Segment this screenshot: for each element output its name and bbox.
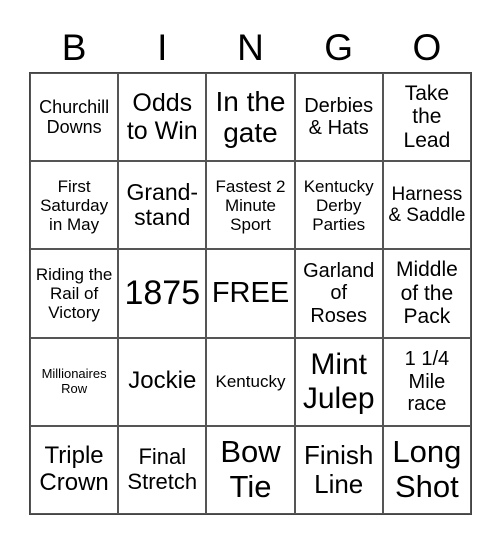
bingo-cell[interactable]: Churchill Downs bbox=[30, 73, 119, 162]
bingo-cell-text: FREE bbox=[211, 277, 290, 310]
bingo-cell[interactable]: Finish Line bbox=[294, 425, 383, 514]
bingo-cell-text: Jockie bbox=[128, 367, 197, 395]
bingo-cell[interactable]: Middle of the Pack bbox=[382, 249, 471, 338]
bingo-cell-text: Middle of the Pack bbox=[395, 258, 458, 329]
bingo-cell[interactable]: Take the Lead bbox=[382, 73, 471, 162]
bingo-cell[interactable]: Bow Tie bbox=[206, 425, 295, 514]
bingo-cell-text: Garland of Roses bbox=[303, 259, 375, 327]
bingo-cell[interactable]: Final Stretch bbox=[118, 425, 207, 514]
bingo-cell-text: Fastest 2 Minute Sport bbox=[215, 176, 286, 234]
bingo-header: B I N G O bbox=[30, 26, 471, 70]
bingo-cell[interactable]: Jockie bbox=[118, 337, 207, 426]
bingo-cell[interactable]: Mint Julep bbox=[294, 337, 383, 426]
bingo-cell[interactable]: 1875 bbox=[118, 249, 207, 338]
bingo-cell-text: Final Stretch bbox=[127, 444, 198, 494]
bingo-cell[interactable]: Garland of Roses bbox=[294, 249, 383, 338]
bingo-grid: Churchill Downs Odds to Win In the gate Der… bbox=[29, 72, 472, 515]
bingo-cell[interactable]: Kentucky bbox=[206, 337, 295, 426]
bingo-cell[interactable]: 1 1/4 Mile race bbox=[382, 337, 471, 426]
bingo-cell-text: Bow Tie bbox=[220, 434, 281, 504]
header-letter-o: O bbox=[412, 27, 442, 68]
bingo-cell[interactable]: Grand-stand bbox=[118, 161, 207, 250]
bingo-cell[interactable]: In the gate bbox=[206, 73, 295, 162]
bingo-cell-text: Churchill Downs bbox=[39, 96, 110, 138]
bingo-cell[interactable]: FREE bbox=[206, 249, 295, 338]
bingo-cell-text: Long Shot bbox=[392, 434, 462, 504]
bingo-cell-text: Kentucky Derby Parties bbox=[303, 176, 374, 234]
bingo-cell-text: Derbies & Hats bbox=[304, 94, 374, 140]
bingo-cell-text: Odds to Win bbox=[126, 89, 198, 146]
bingo-cell[interactable]: Triple Crown bbox=[30, 425, 119, 514]
bingo-cell-text: Harness & Saddle bbox=[388, 184, 466, 227]
bingo-cell-text: Mint Julep bbox=[302, 348, 375, 415]
bingo-cell-text: In the gate bbox=[215, 85, 286, 149]
bingo-cell[interactable]: Derbies & Hats bbox=[294, 73, 383, 162]
bingo-cell-text: First Saturday in May bbox=[40, 176, 109, 234]
bingo-cell[interactable]: Kentucky Derby Parties bbox=[294, 161, 383, 250]
header-letter-g: G bbox=[324, 27, 354, 68]
bingo-cell-text: Kentucky bbox=[215, 372, 286, 392]
bingo-cell[interactable]: Long Shot bbox=[382, 425, 471, 514]
bingo-cell-text: Millionaires Row bbox=[41, 366, 107, 396]
header-letter-i: I bbox=[157, 27, 168, 68]
bingo-cell-text: Take the Lead bbox=[403, 81, 451, 152]
header-letter-b: B bbox=[61, 27, 87, 68]
bingo-cell-text: Riding the Rail of Victory bbox=[35, 264, 113, 322]
bingo-cell-text: Triple Crown bbox=[39, 442, 109, 496]
bingo-cell-text: Grand-stand bbox=[126, 178, 199, 231]
bingo-cell[interactable]: Millionaires Row bbox=[30, 337, 119, 426]
bingo-cell-text: Finish Line bbox=[304, 439, 374, 499]
bingo-cell[interactable]: Harness & Saddle bbox=[382, 161, 471, 250]
bingo-cell[interactable]: Odds to Win bbox=[118, 73, 207, 162]
header-letter-n: N bbox=[237, 27, 264, 68]
bingo-cell[interactable]: Fastest 2 Minute Sport bbox=[206, 161, 295, 250]
bingo-cell[interactable]: First Saturday in May bbox=[30, 161, 119, 250]
bingo-cell-text: 1 1/4 Mile race bbox=[404, 348, 450, 415]
bingo-cell-text: 1875 bbox=[124, 274, 201, 313]
bingo-cell[interactable]: Riding the Rail of Victory bbox=[30, 249, 119, 338]
